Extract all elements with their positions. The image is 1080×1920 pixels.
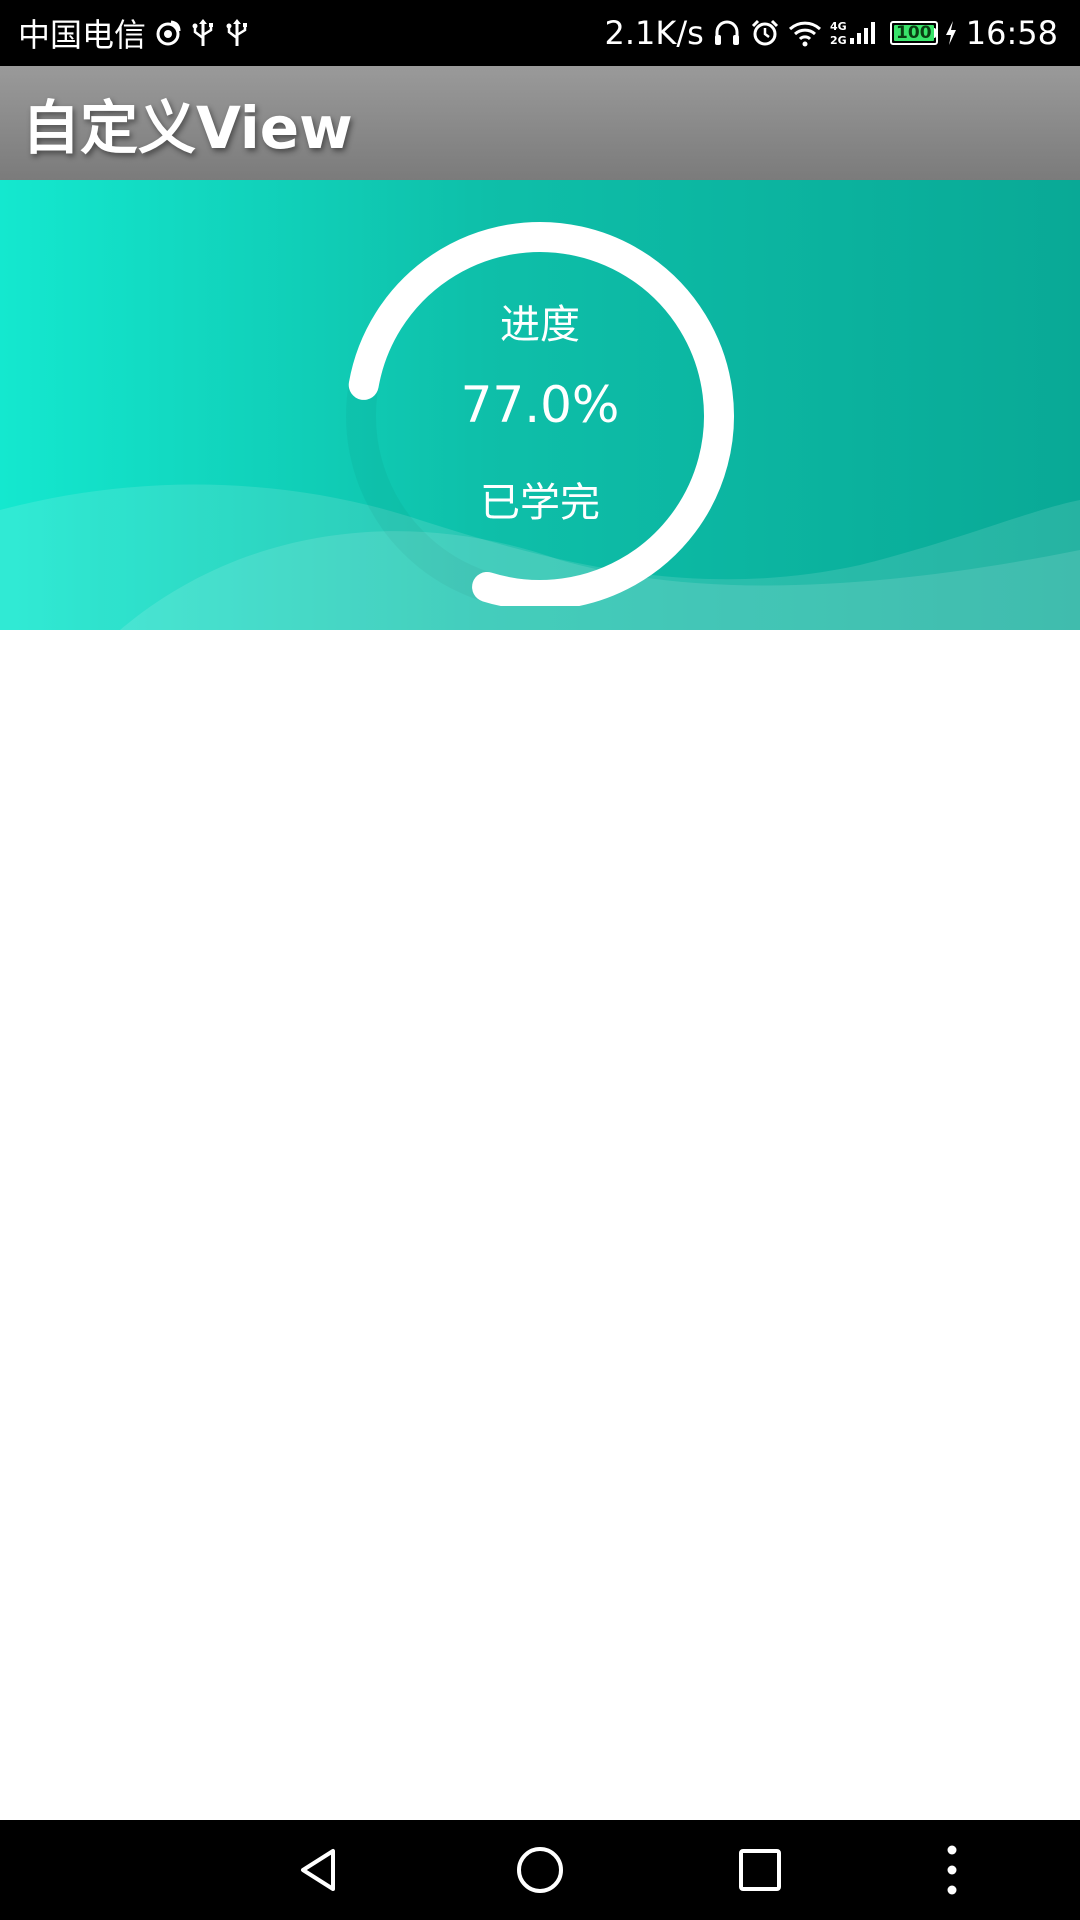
clock: 16:58	[965, 14, 1058, 52]
weibo-icon	[154, 19, 182, 47]
usb-icon	[190, 18, 216, 48]
progress-value: 77.0%	[460, 376, 620, 434]
progress-card: 进度 77.0% 已学完	[0, 180, 1080, 630]
home-button[interactable]	[490, 1820, 590, 1920]
carrier-name: 中国电信	[18, 16, 147, 54]
back-button[interactable]	[270, 1820, 370, 1920]
wifi-icon	[788, 19, 822, 47]
charging-icon	[944, 20, 958, 46]
svg-text:4G: 4G	[830, 20, 847, 33]
signal-icon: 4G 2G	[830, 18, 882, 48]
app-bar: 自定义View	[0, 66, 1080, 180]
network-speed: 2.1K/s	[604, 14, 704, 52]
battery-icon: 100	[889, 21, 938, 45]
status-left: 中国电信	[18, 0, 250, 66]
page-title: 自定义View	[22, 94, 353, 162]
svg-text:2G: 2G	[830, 34, 847, 47]
back-icon	[301, 1849, 335, 1891]
menu-button[interactable]	[930, 1820, 974, 1920]
alarm-icon	[750, 18, 780, 48]
headphones-icon	[712, 18, 742, 48]
progress-label: 进度	[500, 302, 580, 348]
recents-icon	[739, 1849, 781, 1891]
home-icon	[517, 1847, 563, 1893]
content-area	[0, 630, 1080, 1820]
battery-level: 100	[896, 22, 932, 43]
navigation-bar	[0, 1820, 1080, 1920]
usb-icon	[224, 18, 250, 48]
recents-button[interactable]	[710, 1820, 810, 1920]
status-bar: 中国电信 2.1K/s 4G 2G 100 16:58	[0, 0, 1080, 66]
menu-icon	[947, 1845, 957, 1895]
status-right: 2.1K/s 4G 2G 100 16:58	[604, 0, 1058, 66]
progress-sub-label: 已学完	[480, 480, 600, 526]
